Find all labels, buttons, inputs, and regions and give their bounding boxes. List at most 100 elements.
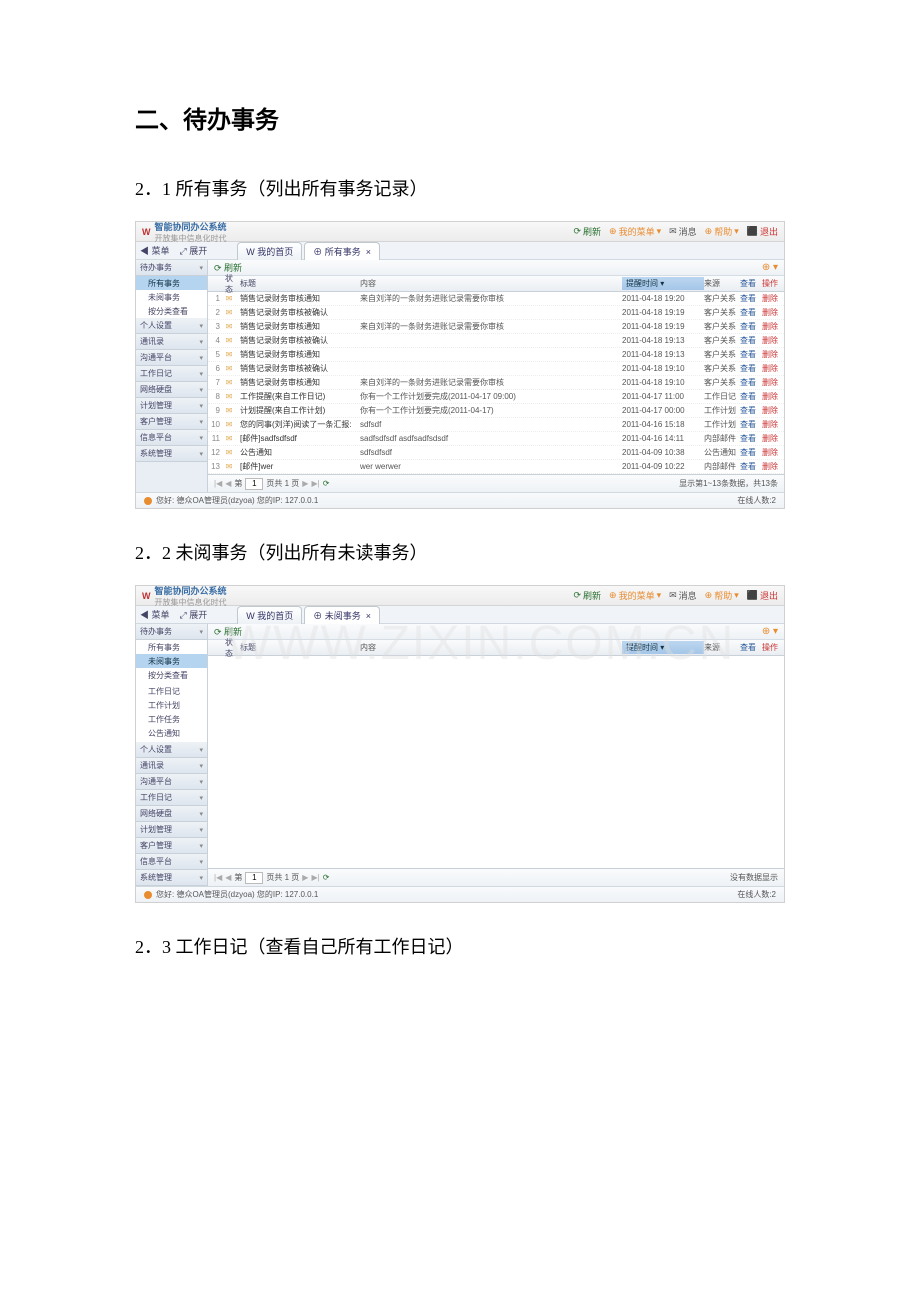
grid-th-title[interactable]: 标题: [236, 642, 356, 653]
row-delete-link[interactable]: 删除: [762, 447, 784, 458]
table-row[interactable]: 3✉销售记录财务审核通知来自刘洋的一条财务进账记录需要你审核2011-04-18…: [208, 320, 784, 334]
sidebar-item-all-tasks[interactable]: 所有事务: [136, 276, 207, 290]
table-row[interactable]: 10✉您的同事(刘洋)阅读了一条汇报:sdfsdf2011-04-16 15:1…: [208, 418, 784, 432]
table-row[interactable]: 5✉销售记录财务审核通知2011-04-18 19:13客户关系查看删除: [208, 348, 784, 362]
grid-th-source[interactable]: 来源: [704, 642, 740, 653]
row-view-link[interactable]: 查看: [740, 419, 762, 430]
pager-page-input[interactable]: [245, 478, 263, 490]
pager-prev-button[interactable]: ◀: [225, 479, 231, 488]
header-help-button[interactable]: ⊕ 帮助 ▾: [705, 589, 739, 602]
sidebar-sub-diary[interactable]: 工作日记: [136, 684, 207, 698]
sidebar-item-comm[interactable]: 沟通平台▾: [136, 774, 207, 790]
sidebar-sub-task[interactable]: 工作任务: [136, 712, 207, 726]
header-message-button[interactable]: ✉ 消息: [669, 225, 697, 238]
sidebar-item-diary[interactable]: 工作日记▾: [136, 366, 207, 382]
row-delete-link[interactable]: 删除: [762, 293, 784, 304]
header-exit-button[interactable]: ⬛ 退出: [747, 225, 778, 238]
header-refresh-button[interactable]: ⟳ 刷新: [573, 589, 601, 602]
table-row[interactable]: 7✉销售记录财务审核通知来自刘洋的一条财务进账记录需要你审核2011-04-18…: [208, 376, 784, 390]
pager-next-button[interactable]: ▶: [302, 479, 308, 488]
sidebar-item-netdisk[interactable]: 网络硬盘▾: [136, 806, 207, 822]
header-message-button[interactable]: ✉ 消息: [669, 589, 697, 602]
grid-th-content[interactable]: 内容: [356, 278, 622, 289]
grid-th-time[interactable]: 提醒时间 ▾: [622, 641, 704, 654]
pager-first-button[interactable]: |◀: [214, 873, 222, 882]
wizard-icon[interactable]: ⊕ ▾: [762, 626, 778, 637]
sidebar-item-by-category[interactable]: 按分类查看: [136, 668, 207, 682]
sidebar-item-netdisk[interactable]: 网络硬盘▾: [136, 382, 207, 398]
tab-my-home[interactable]: W 我的首页: [237, 242, 302, 260]
header-refresh-button[interactable]: ⟳ 刷新: [573, 225, 601, 238]
sidebar-item-personal[interactable]: 个人设置▾: [136, 742, 207, 758]
sidebar-item-sys[interactable]: 系统管理▾: [136, 870, 207, 886]
table-row[interactable]: 9✉计划提醒(来自工作计划)你有一个工作计划要完成(2011-04-17)201…: [208, 404, 784, 418]
toolbar-expand-button[interactable]: ⤢ 展开: [180, 244, 208, 257]
table-row[interactable]: 1✉销售记录财务审核通知来自刘洋的一条财务进账记录需要你审核2011-04-18…: [208, 292, 784, 306]
sidebar-item-by-category[interactable]: 按分类查看: [136, 304, 207, 318]
row-view-link[interactable]: 查看: [740, 391, 762, 402]
sidebar-item-comm[interactable]: 沟通平台▾: [136, 350, 207, 366]
table-row[interactable]: 13✉[邮件]werwer werwer2011-04-09 10:22内部邮件…: [208, 460, 784, 474]
row-view-link[interactable]: 查看: [740, 307, 762, 318]
row-view-link[interactable]: 查看: [740, 293, 762, 304]
tab-my-home[interactable]: W 我的首页: [237, 606, 302, 624]
row-delete-link[interactable]: 删除: [762, 419, 784, 430]
sidebar-item-unread-tasks[interactable]: 未阅事务: [136, 290, 207, 304]
row-view-link[interactable]: 查看: [740, 461, 762, 472]
header-my-menu-button[interactable]: ⊕ 我的菜单 ▾: [609, 225, 661, 238]
pager-refresh-button[interactable]: ⟳: [323, 479, 330, 488]
row-delete-link[interactable]: 删除: [762, 461, 784, 472]
sidebar-sub-plan[interactable]: 工作计划: [136, 698, 207, 712]
sidebar-item-info[interactable]: 信息平台▾: [136, 430, 207, 446]
sidebar-item-customer[interactable]: 客户管理▾: [136, 838, 207, 854]
wizard-icon[interactable]: ⊕ ▾: [762, 262, 778, 273]
table-row[interactable]: 11✉[邮件]sadfsdfsdfsadfsdfsdf asdfsadfsdsd…: [208, 432, 784, 446]
sidebar-sub-notice[interactable]: 公告通知: [136, 726, 207, 740]
sidebar-item-plan[interactable]: 计划管理▾: [136, 398, 207, 414]
sidebar-item-diary[interactable]: 工作日记▾: [136, 790, 207, 806]
sidebar-item-plan[interactable]: 计划管理▾: [136, 822, 207, 838]
pager-next-button[interactable]: ▶: [302, 873, 308, 882]
sidebar-item-info[interactable]: 信息平台▾: [136, 854, 207, 870]
row-view-link[interactable]: 查看: [740, 433, 762, 444]
row-delete-link[interactable]: 删除: [762, 363, 784, 374]
row-delete-link[interactable]: 删除: [762, 335, 784, 346]
grid-th-time[interactable]: 提醒时间 ▾: [622, 277, 704, 290]
sidebar-item-pending[interactable]: 待办事务▾: [136, 260, 207, 276]
pager-page-input[interactable]: [245, 872, 263, 884]
table-row[interactable]: 6✉销售记录财务审核被确认2011-04-18 19:10客户关系查看删除: [208, 362, 784, 376]
table-row[interactable]: 4✉销售记录财务审核被确认2011-04-18 19:13客户关系查看删除: [208, 334, 784, 348]
header-help-button[interactable]: ⊕ 帮助 ▾: [705, 225, 739, 238]
row-delete-link[interactable]: 删除: [762, 405, 784, 416]
tab-unread-tasks[interactable]: ⊕ 未阅事务 ×: [304, 606, 380, 624]
table-row[interactable]: 8✉工作提醒(来自工作日记)你有一个工作计划要完成(2011-04-17 09:…: [208, 390, 784, 404]
sidebar-item-contacts[interactable]: 通讯录▾: [136, 758, 207, 774]
row-view-link[interactable]: 查看: [740, 447, 762, 458]
row-view-link[interactable]: 查看: [740, 349, 762, 360]
pager-prev-button[interactable]: ◀: [225, 873, 231, 882]
row-delete-link[interactable]: 删除: [762, 433, 784, 444]
grid-th-op[interactable]: 操作: [762, 278, 784, 289]
row-delete-link[interactable]: 删除: [762, 377, 784, 388]
grid-th-op[interactable]: 操作: [762, 642, 784, 653]
sidebar-item-unread-tasks[interactable]: 未阅事务: [136, 654, 207, 668]
pager-refresh-button[interactable]: ⟳: [323, 873, 330, 882]
pager-last-button[interactable]: ▶|: [311, 479, 319, 488]
toolbar-expand-button[interactable]: ⤢ 展开: [180, 608, 208, 621]
pager-last-button[interactable]: ▶|: [311, 873, 319, 882]
grid-th-title[interactable]: 标题: [236, 278, 356, 289]
table-row[interactable]: 2✉销售记录财务审核被确认2011-04-18 19:19客户关系查看删除: [208, 306, 784, 320]
tab-all-tasks[interactable]: ⊕ 所有事务 ×: [304, 242, 380, 260]
row-view-link[interactable]: 查看: [740, 335, 762, 346]
toolbar-menu-button[interactable]: ◀ 菜单: [140, 244, 170, 257]
toolbar-menu-button[interactable]: ◀ 菜单: [140, 608, 170, 621]
sidebar-item-personal[interactable]: 个人设置▾: [136, 318, 207, 334]
grid-th-source[interactable]: 来源: [704, 278, 740, 289]
row-view-link[interactable]: 查看: [740, 363, 762, 374]
row-delete-link[interactable]: 删除: [762, 349, 784, 360]
row-view-link[interactable]: 查看: [740, 377, 762, 388]
table-row[interactable]: 12✉公告通知sdfsdfsdf2011-04-09 10:38公告通知查看删除: [208, 446, 784, 460]
header-exit-button[interactable]: ⬛ 退出: [747, 589, 778, 602]
row-view-link[interactable]: 查看: [740, 405, 762, 416]
sidebar-item-all-tasks[interactable]: 所有事务: [136, 640, 207, 654]
